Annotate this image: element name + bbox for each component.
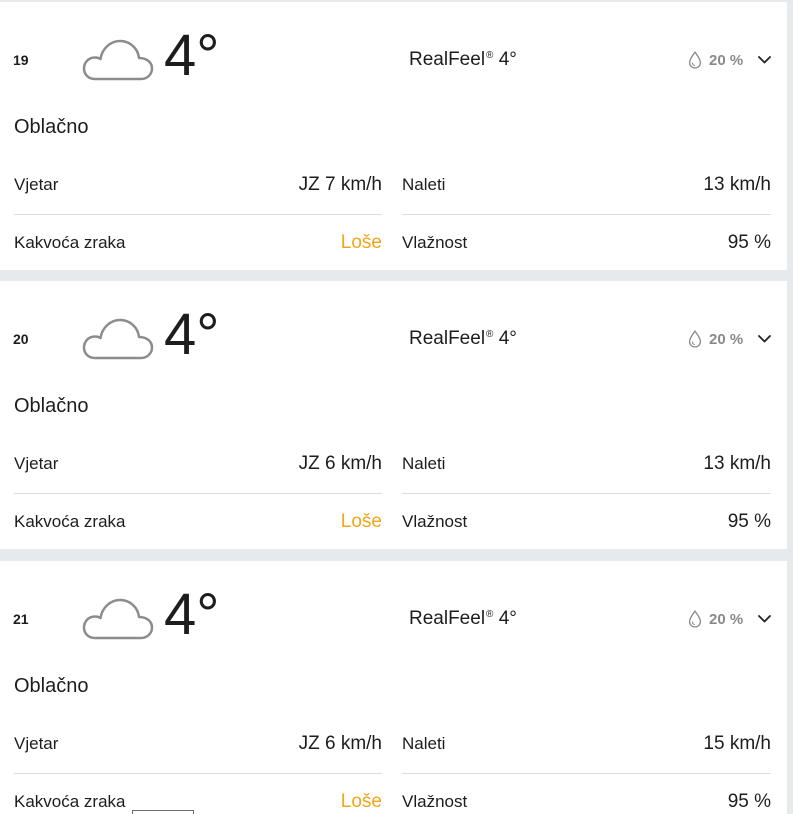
- detail-wind: Vjetar JZ 7 km/h: [14, 156, 382, 215]
- detail-value: 95 %: [727, 232, 771, 253]
- detail-gusts: Naleti 13 km/h: [402, 435, 771, 494]
- detail-value: JZ 6 km/h: [298, 453, 382, 474]
- raindrop-icon: [688, 51, 702, 69]
- chevron-down-icon[interactable]: [758, 615, 771, 623]
- detail-humidity: Vlažnost 95 %: [402, 494, 771, 549]
- details-grid: Vjetar JZ 7 km/h Naleti 13 km/h Kakvoća …: [14, 156, 771, 270]
- registered-mark: ®: [486, 329, 494, 340]
- hourly-forecast-card: 21 4° RealFeel® 4° 20 % Oblačno Vjetar J…: [0, 561, 787, 814]
- cloud-icon: [82, 38, 154, 82]
- raindrop-icon: [688, 330, 702, 348]
- temperature: 4°: [164, 23, 220, 88]
- detail-value: 13 km/h: [703, 174, 771, 195]
- hour-label: 20: [13, 331, 29, 347]
- precipitation-probability: 20 %: [709, 52, 744, 69]
- detail-label: Kakvoća zraka: [14, 792, 126, 811]
- detail-air-quality: Kakvoća zraka Loše: [14, 215, 382, 270]
- realfeel-label: RealFeel: [409, 608, 486, 629]
- realfeel-label: RealFeel: [409, 328, 486, 349]
- realfeel-value: 4°: [498, 328, 517, 349]
- registered-mark: ®: [486, 50, 494, 61]
- air-quality-value: Loše: [340, 511, 382, 532]
- hourly-forecast-card: 20 4° RealFeel® 4° 20 % Oblačno Vjetar J…: [0, 281, 787, 549]
- air-quality-value: Loše: [340, 232, 382, 253]
- detail-value: 15 km/h: [703, 733, 771, 754]
- hourly-card-header[interactable]: 20 4° RealFeel® 4° 20 %: [0, 281, 787, 381]
- detail-air-quality: Kakvoća zraka Loše: [14, 774, 382, 814]
- air-quality-value: Loše: [340, 791, 382, 812]
- realfeel-value: 4°: [498, 608, 517, 629]
- hour-label: 21: [13, 611, 29, 627]
- detail-value: 95 %: [727, 511, 771, 532]
- chevron-down-icon[interactable]: [758, 335, 771, 343]
- detail-label: Naleti: [402, 454, 446, 473]
- hourly-card-header[interactable]: 21 4° RealFeel® 4° 20 %: [0, 561, 787, 661]
- detail-label: Vjetar: [14, 454, 59, 473]
- weather-condition: Oblačno: [14, 675, 89, 697]
- detail-label: Vjetar: [14, 175, 59, 194]
- detail-value: 13 km/h: [703, 453, 771, 474]
- detail-label: Vlažnost: [402, 512, 468, 531]
- detail-value: 95 %: [727, 791, 771, 812]
- details-grid: Vjetar JZ 6 km/h Naleti 15 km/h Kakvoća …: [14, 715, 771, 814]
- precipitation-probability: 20 %: [709, 331, 744, 348]
- realfeel: RealFeel® 4°: [409, 328, 517, 353]
- temperature: 4°: [164, 582, 220, 647]
- registered-mark: ®: [486, 609, 494, 620]
- detail-label: Vlažnost: [402, 233, 468, 252]
- chevron-down-icon[interactable]: [758, 56, 771, 64]
- precipitation-probability: 20 %: [709, 611, 744, 628]
- weather-condition: Oblačno: [14, 395, 89, 417]
- detail-label: Kakvoća zraka: [14, 512, 126, 531]
- temperature: 4°: [164, 302, 220, 367]
- detail-value: JZ 7 km/h: [298, 174, 382, 195]
- detail-value: JZ 6 km/h: [298, 733, 382, 754]
- detail-label: Vjetar: [14, 734, 59, 753]
- floating-box-edge: [132, 810, 194, 814]
- detail-gusts: Naleti 13 km/h: [402, 156, 771, 215]
- detail-wind: Vjetar JZ 6 km/h: [14, 715, 382, 774]
- cloud-icon: [82, 317, 154, 361]
- detail-label: Naleti: [402, 734, 446, 753]
- detail-wind: Vjetar JZ 6 km/h: [14, 435, 382, 494]
- hourly-forecast-card: 19 4° RealFeel® 4° 20 % Oblačno Vjetar J…: [0, 2, 787, 270]
- weather-condition: Oblačno: [14, 116, 89, 138]
- details-grid: Vjetar JZ 6 km/h Naleti 13 km/h Kakvoća …: [14, 435, 771, 549]
- realfeel: RealFeel® 4°: [409, 49, 517, 74]
- detail-air-quality: Kakvoća zraka Loše: [14, 494, 382, 549]
- realfeel-value: 4°: [498, 49, 517, 70]
- detail-label: Vlažnost: [402, 792, 468, 811]
- cloud-icon: [82, 597, 154, 641]
- detail-gusts: Naleti 15 km/h: [402, 715, 771, 774]
- detail-humidity: Vlažnost 95 %: [402, 774, 771, 814]
- hourly-card-header[interactable]: 19 4° RealFeel® 4° 20 %: [0, 2, 787, 102]
- realfeel: RealFeel® 4°: [409, 608, 517, 633]
- detail-label: Kakvoća zraka: [14, 233, 126, 252]
- realfeel-label: RealFeel: [409, 49, 486, 70]
- hour-label: 19: [13, 52, 29, 68]
- raindrop-icon: [688, 610, 702, 628]
- detail-label: Naleti: [402, 175, 446, 194]
- detail-humidity: Vlažnost 95 %: [402, 215, 771, 270]
